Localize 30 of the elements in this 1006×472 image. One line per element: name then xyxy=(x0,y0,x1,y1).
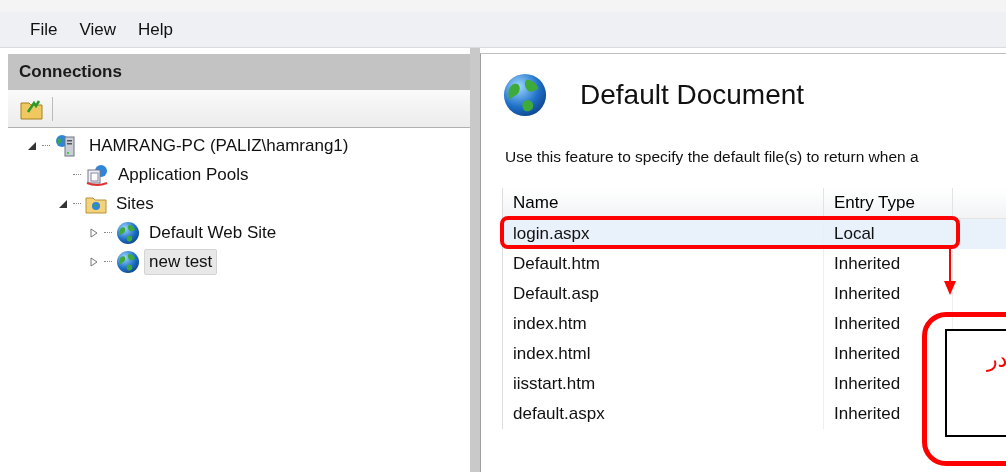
callout-text: در xyxy=(987,347,1006,372)
table-cell[interactable]: Default.htm xyxy=(502,249,824,279)
page-title: Default Document xyxy=(580,79,805,111)
table-cell: Inherited xyxy=(823,249,953,279)
globe-icon xyxy=(502,72,548,118)
arrow xyxy=(944,249,956,295)
globe-icon xyxy=(116,220,140,245)
table-cell[interactable]: index.htm xyxy=(502,309,824,339)
panel-title: Connections xyxy=(8,54,470,90)
table-cell[interactable]: iisstart.htm xyxy=(502,369,824,399)
menu-item[interactable]: File xyxy=(19,15,69,44)
column-header[interactable]: Name xyxy=(502,188,824,219)
collapse-arrow-icon[interactable] xyxy=(57,199,69,208)
expand-arrow-icon[interactable] xyxy=(88,227,100,238)
table-cell[interactable]: index.html xyxy=(502,339,824,369)
table-cell[interactable]: default.aspx xyxy=(502,399,824,429)
table-cell[interactable]: Default.asp xyxy=(502,279,824,309)
application-pools-icon xyxy=(85,163,109,186)
tree-item[interactable]: Default Web Site xyxy=(144,219,282,246)
collapse-arrow-icon[interactable] xyxy=(26,141,38,150)
tree-item[interactable]: new test xyxy=(144,248,218,275)
tree-item[interactable]: Sites xyxy=(111,190,159,217)
menu-item[interactable]: View xyxy=(68,15,127,44)
tree-item[interactable]: HAMRANG-PC (PALIZ\hamrang1) xyxy=(84,132,354,159)
column-header[interactable]: Entry Type xyxy=(823,188,953,219)
expand-arrow-icon[interactable] xyxy=(88,256,100,267)
tree-item[interactable]: Application Pools xyxy=(113,161,254,188)
menu-item[interactable]: Help xyxy=(126,15,184,44)
description-text: Use this feature to specify the default file(s) to return when a xyxy=(505,148,920,166)
globe-icon xyxy=(116,249,140,274)
